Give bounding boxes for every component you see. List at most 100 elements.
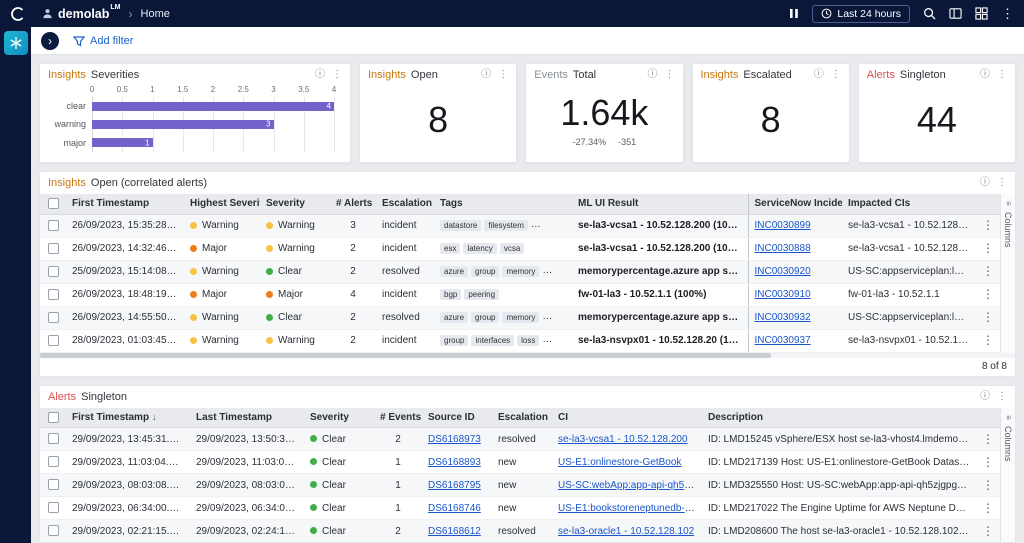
select-all-checkbox[interactable] xyxy=(48,412,59,423)
info-icon[interactable]: ⓘ xyxy=(315,70,325,80)
source-id-link[interactable]: DS6168612 xyxy=(428,526,481,537)
tag-chip[interactable]: filesystem xyxy=(484,220,528,231)
apps-grid-icon[interactable] xyxy=(975,7,988,20)
column-header-impacted-cis[interactable]: Impacted CIs xyxy=(842,194,976,214)
breadcrumb[interactable]: Home xyxy=(141,8,170,20)
search-icon[interactable] xyxy=(923,7,936,20)
row-kebab-icon[interactable]: ⋮ xyxy=(982,501,994,515)
column-header-description[interactable]: Description xyxy=(702,408,976,428)
column-header-escalation[interactable]: Escalation xyxy=(376,194,434,214)
select-all-checkbox[interactable] xyxy=(48,198,59,209)
column-header-last-timestamp[interactable]: Last Timestamp xyxy=(190,408,304,428)
ci-link[interactable]: US-E1:onlinestore-GetBook xyxy=(558,457,681,468)
row-checkbox[interactable] xyxy=(48,312,59,323)
pause-refresh-button[interactable] xyxy=(789,8,799,19)
tag-chip[interactable]: group xyxy=(471,312,499,323)
info-icon[interactable]: ⓘ xyxy=(814,70,824,80)
kebab-menu-icon[interactable]: ⋮ xyxy=(498,70,508,80)
tag-chip[interactable]: esx xyxy=(440,243,460,254)
kebab-menu-icon[interactable]: ⋮ xyxy=(997,392,1007,402)
tag-chip[interactable]: service xyxy=(561,266,572,277)
servicenow-incident-link[interactable]: INC0030910 xyxy=(755,289,811,300)
source-id-link[interactable]: DS6168746 xyxy=(428,503,481,514)
tag-chip[interactable]: latency xyxy=(562,220,572,231)
tag-chip[interactable]: azure xyxy=(440,266,468,277)
tag-chip[interactable]: group xyxy=(440,335,468,346)
expand-panel-button[interactable]: › xyxy=(41,32,59,50)
kebab-menu-icon[interactable]: ⋮ xyxy=(997,70,1007,80)
row-checkbox[interactable] xyxy=(48,220,59,231)
tag-chip[interactable]: bgp xyxy=(440,289,461,300)
column-header-first-timestamp[interactable]: First Timestamp xyxy=(66,194,184,214)
columns-panel-button[interactable]: ≡ Columns xyxy=(1000,408,1015,543)
row-kebab-icon[interactable]: ⋮ xyxy=(982,455,994,469)
tag-chip[interactable]: loss xyxy=(517,335,539,346)
tag-chip[interactable]: interfaces xyxy=(471,335,514,346)
row-kebab-icon[interactable]: ⋮ xyxy=(982,241,994,255)
row-kebab-icon[interactable]: ⋮ xyxy=(982,310,994,324)
row-checkbox[interactable] xyxy=(48,456,59,467)
add-filter-button[interactable]: Add filter xyxy=(73,35,133,47)
column-header-escalation[interactable]: Escalation xyxy=(492,408,552,428)
source-id-link[interactable]: DS6168795 xyxy=(428,480,481,491)
ci-link[interactable]: US-E1:bookstoreneptunedb-domowa2... xyxy=(558,503,702,514)
column-header-first-timestamp[interactable]: First Timestamp↓ xyxy=(66,408,190,428)
tag-chip[interactable]: memory xyxy=(502,312,539,323)
row-kebab-icon[interactable]: ⋮ xyxy=(982,333,994,347)
column-header-tags[interactable]: Tags xyxy=(434,194,572,214)
column-header-ci[interactable]: CI xyxy=(552,408,702,428)
row-checkbox[interactable] xyxy=(48,525,59,536)
tag-chip[interactable]: service xyxy=(561,312,572,323)
info-icon[interactable]: ⓘ xyxy=(481,70,491,80)
row-checkbox[interactable] xyxy=(48,266,59,277)
info-icon[interactable]: ⓘ xyxy=(980,178,990,188)
kebab-menu-icon[interactable]: ⋮ xyxy=(665,70,675,80)
columns-panel-button[interactable]: ≡ Columns xyxy=(1000,194,1015,353)
topbar-kebab-icon[interactable]: ⋮ xyxy=(1001,7,1014,20)
tag-chip[interactable]: datastore xyxy=(440,220,481,231)
kebab-menu-icon[interactable]: ⋮ xyxy=(997,178,1007,188)
servicenow-incident-link[interactable]: INC0030932 xyxy=(755,312,811,323)
tag-chip[interactable]: latency xyxy=(463,243,496,254)
servicenow-incident-link[interactable]: INC0030937 xyxy=(755,335,811,346)
ci-link[interactable]: se-la3-vcsa1 - 10.52.128.200 xyxy=(558,434,688,445)
row-kebab-icon[interactable]: ⋮ xyxy=(982,287,994,301)
row-kebab-icon[interactable]: ⋮ xyxy=(982,218,994,232)
column-header-servicenow-id[interactable]: ServiceNow Incident ID xyxy=(748,194,842,214)
time-range-button[interactable]: Last 24 hours xyxy=(812,5,910,23)
row-checkbox[interactable] xyxy=(48,289,59,300)
source-id-link[interactable]: DS6168973 xyxy=(428,434,481,445)
tag-chip[interactable]: memory xyxy=(502,266,539,277)
panel-layout-icon[interactable] xyxy=(949,7,962,20)
row-kebab-icon[interactable]: ⋮ xyxy=(982,432,994,446)
kebab-menu-icon[interactable]: ⋮ xyxy=(831,70,841,80)
column-header-severity[interactable]: Severity xyxy=(304,408,374,428)
tag-chip[interactable]: vcsa xyxy=(500,243,524,254)
column-header-event-count[interactable]: # Events xyxy=(374,408,422,428)
ci-link[interactable]: US-SC:webApp:app-api-qh5zjgpgklxoo xyxy=(558,480,702,491)
source-id-link[interactable]: DS6168893 xyxy=(428,457,481,468)
row-kebab-icon[interactable]: ⋮ xyxy=(982,524,994,538)
servicenow-incident-link[interactable]: INC0030920 xyxy=(755,266,811,277)
row-checkbox[interactable] xyxy=(48,335,59,346)
logicmonitor-logo-icon[interactable] xyxy=(10,6,26,22)
info-icon[interactable]: ⓘ xyxy=(980,392,990,402)
kebab-menu-icon[interactable]: ⋮ xyxy=(332,70,342,80)
tag-chip[interactable]: azure xyxy=(440,312,468,323)
sidebar-app-icon[interactable] xyxy=(4,31,28,55)
row-checkbox[interactable] xyxy=(48,502,59,513)
row-kebab-icon[interactable]: ⋮ xyxy=(982,264,994,278)
column-header-alert-count[interactable]: # Alerts xyxy=(330,194,376,214)
column-header-highest-severity[interactable]: Highest Severity xyxy=(184,194,260,214)
column-header-source-id[interactable]: Source ID xyxy=(422,408,492,428)
servicenow-incident-link[interactable]: INC0030888 xyxy=(755,243,811,254)
ci-link[interactable]: se-la3-oracle1 - 10.52.128.102 xyxy=(558,526,694,537)
column-header-severity[interactable]: Severity xyxy=(260,194,330,214)
row-checkbox[interactable] xyxy=(48,479,59,490)
row-kebab-icon[interactable]: ⋮ xyxy=(982,478,994,492)
row-checkbox[interactable] xyxy=(48,433,59,444)
tag-chip[interactable]: group xyxy=(471,266,499,277)
column-header-ml-ui-result[interactable]: ML UI Result xyxy=(572,194,748,214)
servicenow-incident-link[interactable]: INC0030899 xyxy=(755,220,811,231)
row-checkbox[interactable] xyxy=(48,243,59,254)
